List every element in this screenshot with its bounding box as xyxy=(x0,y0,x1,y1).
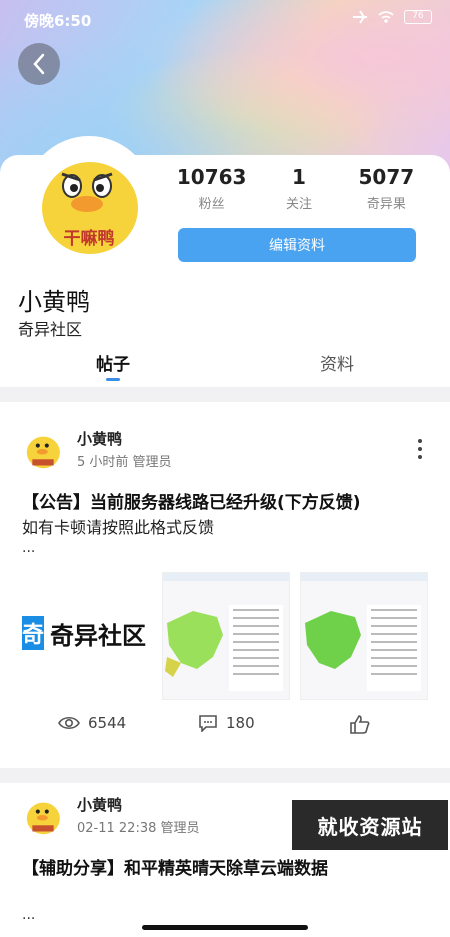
server-map-screenshot-icon xyxy=(301,573,427,691)
stat-kiwi[interactable]: 5077 奇异果 xyxy=(343,165,430,212)
server-map-screenshot-icon xyxy=(163,573,289,691)
post-title[interactable]: 【公告】当前服务器线路已经升级(下方反馈) xyxy=(22,488,361,513)
tab-posts[interactable]: 帖子 xyxy=(96,350,130,375)
views-value: 6544 xyxy=(88,714,127,732)
home-indicator[interactable] xyxy=(142,925,308,930)
avatar[interactable]: 干嘛鸭 xyxy=(24,136,154,266)
duck-avatar-icon: 干嘛鸭 xyxy=(28,140,150,262)
back-button[interactable] xyxy=(18,43,60,85)
post-avatar[interactable] xyxy=(22,429,64,471)
stat-value: 5077 xyxy=(358,165,415,189)
comments-button[interactable]: 180 xyxy=(198,714,255,732)
edit-profile-button[interactable]: 编辑资料 xyxy=(178,228,416,262)
post-ellipsis: ... xyxy=(22,907,36,923)
more-options-button[interactable] xyxy=(414,439,426,459)
profile-tabs: 帖子 资料 xyxy=(0,350,450,386)
battery-icon: 76 xyxy=(404,10,432,24)
profile-community: 奇异社区 xyxy=(18,320,83,339)
stat-label: 关注 xyxy=(285,197,312,212)
stat-value: 10763 xyxy=(176,165,247,189)
duck-avatar-icon xyxy=(22,429,64,471)
like-button[interactable] xyxy=(349,714,371,734)
duck-avatar-icon xyxy=(22,795,64,837)
post-actions: 6544 180 xyxy=(0,714,450,744)
comment-icon xyxy=(199,715,217,732)
profile-nickname: 小黄鸭 xyxy=(18,288,90,316)
status-time: 傍晚6:50 xyxy=(24,12,92,30)
more-dot-icon xyxy=(418,439,422,443)
post-avatar[interactable] xyxy=(22,795,64,837)
airplane-icon xyxy=(353,10,367,24)
post-author[interactable]: 小黄鸭 xyxy=(77,794,122,815)
stat-value: 1 xyxy=(292,165,306,189)
status-bar: 傍晚6:50 76 xyxy=(0,0,450,38)
post-ellipsis: ... xyxy=(22,540,36,556)
tab-info[interactable]: 资料 xyxy=(320,350,354,375)
post-body: 如有卡顿请按照此格式反馈 xyxy=(22,518,215,537)
system-icons: 76 xyxy=(352,10,432,24)
stat-followers[interactable]: 10763 粉丝 xyxy=(168,165,255,212)
tab-indicator xyxy=(106,378,120,381)
post-meta: 5 小时前 管理员 xyxy=(77,455,172,470)
post-title[interactable]: 【辅助分享】和平精英晴天除草云端数据 xyxy=(22,854,328,879)
image-logo-text: 奇异社区 xyxy=(50,622,146,650)
stat-label: 奇异果 xyxy=(366,197,406,212)
wifi-icon xyxy=(378,11,394,23)
post-image[interactable] xyxy=(162,572,290,700)
community-logo-icon: 奇 xyxy=(22,616,44,650)
chevron-left-icon xyxy=(33,53,45,75)
post-card[interactable]: 小黄鸭 5 小时前 管理员 【公告】当前服务器线路已经升级(下方反馈) 如有卡顿… xyxy=(0,402,450,768)
post-author[interactable]: 小黄鸭 xyxy=(77,428,122,449)
thumbs-up-icon xyxy=(350,715,370,734)
post-image[interactable] xyxy=(300,572,428,700)
avatar-caption: 干嘛鸭 xyxy=(64,228,115,249)
post-image[interactable]: 奇 奇异社区 xyxy=(22,572,150,700)
watermark: 就收资源站 xyxy=(292,800,448,850)
profile-stats: 10763 粉丝 1 关注 5077 奇异果 xyxy=(168,165,430,212)
stat-label: 粉丝 xyxy=(198,197,225,212)
views-count: 6544 xyxy=(58,714,126,732)
more-dot-icon xyxy=(418,455,422,459)
post-meta: 02-11 22:38 管理员 xyxy=(77,821,200,836)
eye-icon xyxy=(58,716,80,730)
comments-value: 180 xyxy=(226,714,255,732)
more-dot-icon xyxy=(418,447,422,451)
stat-following[interactable]: 1 关注 xyxy=(255,165,342,212)
